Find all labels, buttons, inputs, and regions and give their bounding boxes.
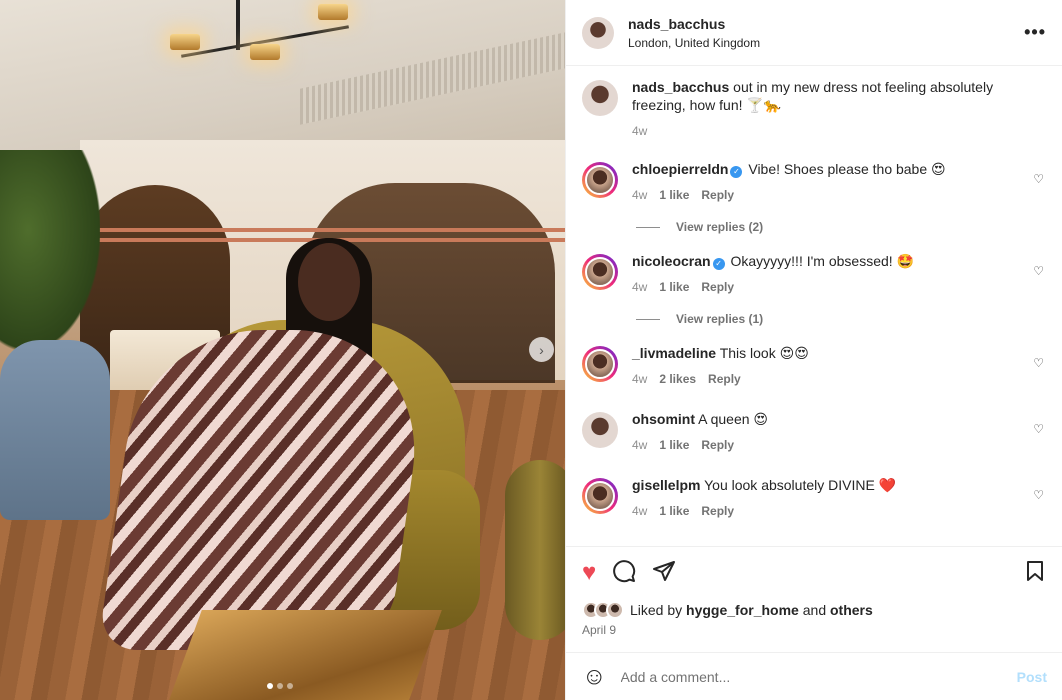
liked-by-user[interactable]: hygge_for_home — [686, 602, 799, 618]
commenter-avatar[interactable] — [582, 162, 618, 198]
view-replies[interactable]: View replies (1) — [636, 312, 1046, 326]
comment-time: 4w — [632, 188, 648, 202]
comment-time: 4w — [632, 372, 648, 386]
comment: gisellelpm You look absolutely DIVINE ❤️… — [582, 476, 1046, 520]
comment-time: 4w — [632, 438, 648, 452]
verified-badge-icon: ✓ — [712, 258, 725, 270]
person-head — [298, 243, 360, 321]
likes-summary: Liked by hygge_for_home and others — [582, 601, 1047, 619]
liked-by-and: and — [802, 602, 827, 618]
chevron-right-icon: › — [539, 341, 544, 358]
post-photo[interactable]: › — [0, 0, 565, 700]
comment-time: 4w — [632, 280, 648, 294]
caption-time: 4w — [632, 124, 648, 138]
comment-text: A queen 😍 — [698, 411, 768, 427]
post-panel: nads_bacchus London, United Kingdom ••• … — [565, 0, 1062, 700]
caption: nads_bacchus out in my new dress not fee… — [582, 78, 1046, 140]
comments-list[interactable]: nads_bacchus out in my new dress not fee… — [566, 66, 1062, 546]
heart-outline-icon[interactable]: ♡ — [1033, 422, 1044, 436]
lamp-shade — [170, 34, 200, 50]
more-icon[interactable]: ••• — [1024, 22, 1046, 43]
post-header: nads_bacchus London, United Kingdom ••• — [566, 0, 1062, 66]
lamp-shade — [250, 44, 280, 60]
reply-button[interactable]: Reply — [701, 436, 734, 454]
liker-avatars — [582, 601, 624, 619]
heart-filled-icon[interactable]: ♥ — [582, 561, 596, 585]
post-button[interactable]: Post — [1017, 669, 1047, 685]
author-username[interactable]: nads_bacchus — [628, 16, 760, 32]
carousel-dots — [267, 683, 293, 689]
comment-time: 4w — [632, 504, 648, 518]
carousel-dot — [277, 683, 283, 689]
author-avatar[interactable] — [582, 16, 614, 49]
commenter-avatar[interactable] — [582, 478, 618, 514]
commenter-avatar[interactable] — [582, 412, 618, 448]
post-actions: ♥ Liked by hygge_for_home and others Apr… — [566, 546, 1062, 637]
comment: chloepierreldn ✓ Vibe! Shoes please tho b… — [582, 160, 1046, 204]
comment-username[interactable]: chloepierreldn — [632, 161, 728, 177]
emoji-icon[interactable]: ☺ — [582, 663, 607, 691]
blue-chair — [0, 340, 110, 520]
wall-stripe — [80, 228, 565, 232]
comment-username[interactable]: _livmadeline — [632, 345, 716, 361]
comment-text: Vibe! Shoes please tho babe 😍 — [748, 161, 946, 177]
reply-button[interactable]: Reply — [701, 502, 734, 520]
carousel-dot — [287, 683, 293, 689]
comment-likes[interactable]: 1 like — [659, 278, 689, 296]
comment-likes[interactable]: 1 like — [659, 186, 689, 204]
heart-outline-icon[interactable]: ♡ — [1033, 356, 1044, 370]
coffee-table — [158, 610, 442, 700]
comment-username[interactable]: ohsomint — [632, 411, 695, 427]
post-date[interactable]: April 9 — [582, 623, 1047, 637]
heart-outline-icon[interactable]: ♡ — [1033, 172, 1044, 186]
comment-likes[interactable]: 2 likes — [659, 370, 696, 388]
caption-username[interactable]: nads_bacchus — [632, 79, 729, 95]
caption-avatar[interactable] — [582, 80, 618, 116]
view-replies[interactable]: View replies (2) — [636, 220, 1046, 234]
comment-text: This look 😍😍 — [719, 345, 809, 361]
next-photo-button[interactable]: › — [529, 337, 554, 362]
verified-badge-icon: ✓ — [730, 166, 743, 178]
bookmark-icon[interactable] — [1023, 559, 1047, 588]
lamp-stem — [236, 0, 240, 50]
comment: ohsomint A queen 😍 4w 1 like Reply ♡ — [582, 410, 1046, 454]
commenter-avatar[interactable] — [582, 254, 618, 290]
carousel-dot — [267, 683, 273, 689]
liker-avatar — [606, 601, 624, 619]
comment: nicoleocran ✓ Okayyyyy!!! I'm obsessed! 🤩… — [582, 252, 1046, 296]
liked-by-others[interactable]: others — [830, 602, 873, 618]
comment-input[interactable] — [620, 668, 1017, 685]
comment-username[interactable]: gisellelpm — [632, 477, 700, 493]
comment-text: Okayyyyy!!! I'm obsessed! 🤩 — [730, 253, 914, 269]
reply-button[interactable]: Reply — [701, 186, 734, 204]
heart-outline-icon[interactable]: ♡ — [1033, 488, 1044, 502]
post-location[interactable]: London, United Kingdom — [628, 36, 760, 50]
comment-username[interactable]: nicoleocran — [632, 253, 711, 269]
share-icon[interactable] — [652, 559, 676, 588]
lamp-shade — [318, 4, 348, 20]
liked-by-prefix: Liked by — [630, 602, 683, 618]
reply-button[interactable]: Reply — [708, 370, 741, 388]
comment-icon[interactable] — [612, 559, 636, 588]
commenter-avatar[interactable] — [582, 346, 618, 382]
comment-likes[interactable]: 1 like — [659, 436, 689, 454]
heart-outline-icon[interactable]: ♡ — [1033, 264, 1044, 278]
comment-text: You look absolutely DIVINE ❤️ — [704, 477, 897, 493]
comment-likes[interactable]: 1 like — [659, 502, 689, 520]
photo-plant — [0, 150, 100, 350]
comment-composer: ☺ Post — [566, 652, 1062, 700]
comment: _livmadeline This look 😍😍 4w 2 likes Rep… — [582, 344, 1046, 388]
side-table — [505, 460, 565, 640]
reply-button[interactable]: Reply — [701, 278, 734, 296]
